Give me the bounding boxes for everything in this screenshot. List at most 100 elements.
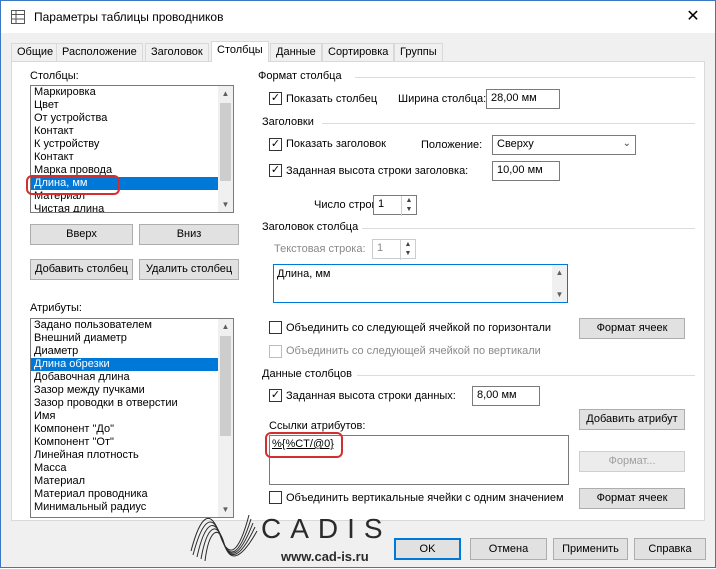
list-item[interactable]: Материал проводника — [31, 488, 233, 501]
list-item[interactable]: Компонент "От" — [31, 436, 233, 449]
apply-button[interactable]: Применить — [553, 538, 628, 560]
position-label: Положение: — [421, 139, 483, 151]
tab-header[interactable]: Заголовок — [145, 43, 209, 61]
list-item[interactable]: Контакт — [31, 125, 233, 138]
tab-data[interactable]: Данные — [270, 43, 322, 61]
list-item[interactable]: Чистая длина — [31, 203, 233, 212]
merge-horizontal-label: Объединить со следующей ячейкой по гориз… — [286, 322, 552, 334]
move-down-button[interactable]: Вниз — [139, 224, 239, 245]
list-item[interactable]: Задано пользователем — [31, 319, 233, 332]
position-value: Сверху — [497, 138, 534, 150]
columns-label: Столбцы: — [30, 70, 79, 82]
divider — [355, 77, 695, 78]
show-column-label: Показать столбец — [286, 93, 378, 105]
title-bar: Параметры таблицы проводников ✕ — [1, 1, 715, 33]
attributes-listbox[interactable]: Задано пользователем Внешний диаметр Диа… — [30, 318, 234, 518]
header-text-scrollbar[interactable]: ▲ ▼ — [552, 265, 567, 302]
attributes-label: Атрибуты: — [30, 302, 82, 314]
scroll-down-icon[interactable]: ▼ — [218, 197, 233, 212]
position-dropdown[interactable]: Сверху ⌄ — [492, 135, 636, 155]
tab-general[interactable]: Общие — [11, 43, 60, 61]
fixed-header-height-field[interactable]: 10,00 мм — [492, 161, 560, 181]
delete-column-button[interactable]: Удалить столбец — [139, 259, 239, 280]
show-column-checkbox[interactable]: ✓ — [269, 92, 282, 105]
list-item[interactable]: От устройства — [31, 112, 233, 125]
column-format-title: Формат столбца — [258, 70, 342, 82]
list-item[interactable]: Материал — [31, 475, 233, 488]
merge-vertical-label: Объединить со следующей ячейкой по верти… — [286, 345, 541, 357]
fixed-data-height-field[interactable]: 8,00 мм — [472, 386, 540, 406]
tab-sorting[interactable]: Сортировка — [322, 43, 395, 61]
scroll-up-icon[interactable]: ▲ — [218, 86, 233, 101]
tab-layout[interactable]: Расположение — [56, 43, 143, 61]
attributes-scrollbar[interactable]: ▲ ▼ — [218, 319, 233, 517]
list-item[interactable]: Контакт — [31, 151, 233, 164]
brand-name: CADIS — [261, 513, 392, 544]
show-header-label: Показать заголовок — [286, 138, 386, 150]
column-header-title: Заголовок столбца — [262, 221, 359, 233]
list-item[interactable]: Зазор проводки в отверстии — [31, 397, 233, 410]
close-icon[interactable]: ✕ — [671, 1, 715, 33]
scroll-thumb[interactable] — [220, 103, 231, 181]
header-text-area[interactable]: Длина, мм ▲ ▼ — [273, 264, 568, 303]
text-row-label: Текстовая строка: — [274, 243, 366, 255]
list-item[interactable]: Добавочная длина — [31, 371, 233, 384]
help-button[interactable]: Справка — [634, 538, 706, 560]
list-item[interactable]: Внешний диаметр — [31, 332, 233, 345]
list-item[interactable]: Цвет — [31, 99, 233, 112]
scroll-thumb[interactable] — [220, 336, 231, 436]
table-app-icon — [11, 10, 25, 24]
divider — [362, 228, 695, 229]
columns-scrollbar[interactable]: ▲ ▼ — [218, 86, 233, 212]
header-cell-format-button[interactable]: Формат ячеек — [579, 318, 685, 339]
show-header-checkbox[interactable]: ✓ — [269, 138, 282, 151]
column-width-label: Ширина столбца: — [398, 93, 487, 105]
list-item-selected[interactable]: Длина обрезки — [31, 358, 233, 371]
column-data-title: Данные столбцов — [262, 368, 352, 380]
text-row-field: 1 ▲ ▼ — [372, 239, 416, 260]
fixed-header-height-label: Заданная высота строки заголовка: — [286, 165, 469, 177]
add-attribute-button[interactable]: Добавить атрибут — [579, 409, 685, 430]
divider — [357, 375, 695, 376]
chevron-down-icon: ⌄ — [622, 138, 631, 149]
tab-columns[interactable]: Столбцы — [211, 41, 269, 62]
data-cell-format-button[interactable]: Формат ячеек — [579, 488, 685, 509]
list-item[interactable]: Зазор между пучками — [31, 384, 233, 397]
fixed-data-height-checkbox[interactable]: ✓ — [269, 389, 282, 402]
list-item[interactable]: Линейная плотность — [31, 449, 233, 462]
highlight-ring — [26, 175, 120, 195]
ok-button[interactable]: OK — [394, 538, 461, 560]
merge-vertical-checkbox — [269, 345, 282, 358]
scroll-down-icon[interactable]: ▼ — [552, 287, 567, 302]
list-item[interactable]: Маркировка — [31, 86, 233, 99]
merge-horizontal-checkbox[interactable] — [269, 321, 282, 334]
attr-refs-label: Ссылки атрибутов: — [269, 420, 366, 432]
cancel-button[interactable]: Отмена — [470, 538, 547, 560]
list-item[interactable]: Компонент "До" — [31, 423, 233, 436]
move-up-button[interactable]: Вверх — [30, 224, 133, 245]
tab-panel-columns: Столбцы: Маркировка Цвет От устройства К… — [11, 61, 705, 521]
header-text-value: Длина, мм — [277, 268, 331, 280]
list-item[interactable]: Диаметр — [31, 345, 233, 358]
window-title: Параметры таблицы проводников — [34, 10, 224, 24]
text-row-value: 1 — [377, 242, 384, 254]
fixed-data-height-label: Заданная высота строки данных: — [286, 390, 456, 402]
scroll-up-icon[interactable]: ▲ — [552, 265, 567, 280]
divider — [322, 123, 695, 124]
rows-count-field[interactable]: 1 ▲ ▼ — [373, 195, 417, 216]
list-item[interactable]: Масса — [31, 462, 233, 475]
headers-title: Заголовки — [262, 116, 314, 128]
rows-spinner[interactable]: ▲ ▼ — [401, 196, 416, 216]
brand-site: www.cad-is.ru — [281, 549, 369, 564]
list-item[interactable]: Имя — [31, 410, 233, 423]
cadis-logo-icon — [190, 514, 258, 562]
cadis-watermark: CADIS www.cad-is.ru — [189, 503, 389, 569]
tab-groups[interactable]: Группы — [394, 43, 443, 61]
list-item[interactable]: К устройству — [31, 138, 233, 151]
scroll-up-icon[interactable]: ▲ — [218, 319, 233, 334]
rows-count-label: Число строк: — [314, 199, 380, 211]
column-width-field[interactable]: 28,00 мм — [486, 89, 560, 109]
add-column-button[interactable]: Добавить столбец — [30, 259, 133, 280]
fixed-header-height-checkbox[interactable]: ✓ — [269, 164, 282, 177]
rows-count-value: 1 — [378, 198, 385, 210]
